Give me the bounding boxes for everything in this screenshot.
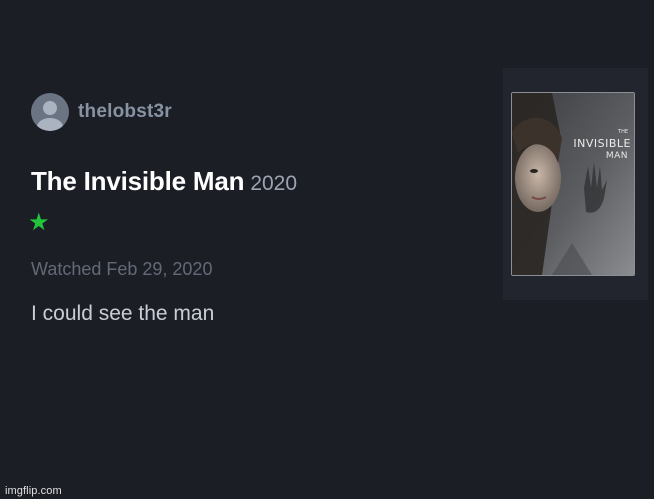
poster-image [512,93,634,275]
poster-title-sub: MAN [605,151,628,161]
poster-title-main: INVISIBLE [573,137,631,150]
film-title[interactable]: The Invisible Man [31,166,245,197]
watched-date: Watched Feb 29, 2020 [31,259,213,279]
reviewer-username[interactable]: thelobst3r [78,101,172,123]
film-title-row: The Invisible Man 2020 [31,166,297,197]
user-silhouette-icon [37,101,63,131]
star-rating: ★ [28,209,50,237]
poster-title-small: THE [618,129,628,135]
star-icon: ★ [28,209,50,236]
reviewer-row[interactable]: thelobst3r [31,93,172,131]
avatar[interactable] [31,93,69,131]
review-body: I could see the man [31,302,215,325]
review-card: thelobst3r The Invisible Man 2020 ★ Watc… [0,0,654,499]
watermark: imgflip.com [5,485,62,497]
film-poster[interactable]: THE INVISIBLE MAN [511,92,635,276]
film-year[interactable]: 2020 [250,172,297,196]
